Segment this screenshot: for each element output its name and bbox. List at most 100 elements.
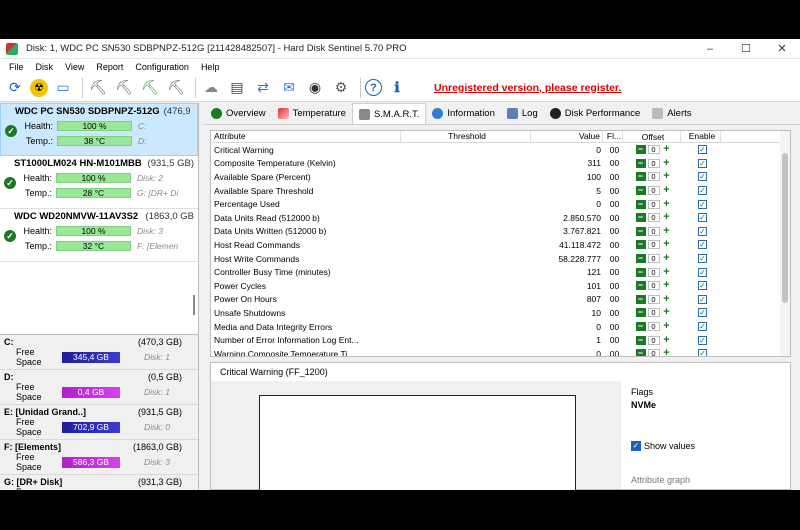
column-header-enable[interactable]: Enable: [681, 131, 721, 142]
plus-icon[interactable]: +: [662, 172, 672, 181]
plus-icon[interactable]: +: [662, 213, 672, 222]
menu-report[interactable]: Report: [90, 62, 129, 72]
document-icon[interactable]: ▤: [226, 77, 248, 99]
offset-value[interactable]: 0: [647, 226, 660, 236]
offset-value[interactable]: 0: [647, 158, 660, 168]
enable-checkbox[interactable]: ✓: [698, 281, 707, 291]
disk-test-icon[interactable]: ⛏: [87, 77, 109, 99]
minus-icon[interactable]: −: [635, 335, 646, 345]
plus-icon[interactable]: +: [662, 322, 672, 331]
minus-icon[interactable]: −: [635, 254, 646, 264]
smart-row[interactable]: Data Units Written (512000 b) 3.767.821 00…: [211, 225, 790, 239]
tab-alerts[interactable]: Alerts: [646, 105, 697, 123]
enable-checkbox[interactable]: ✓: [698, 322, 707, 332]
offset-value[interactable]: 0: [647, 186, 660, 196]
plus-icon[interactable]: +: [662, 240, 672, 249]
volume-card[interactable]: F: [Elements] (1863,0 GB) Free Space 586,3 …: [0, 440, 198, 475]
offset-value[interactable]: 0: [647, 240, 660, 250]
tab-temperature[interactable]: Temperature: [272, 105, 352, 123]
volume-card[interactable]: G: [DR+ Disk](931,3 GB)Free Space194,5 G…: [0, 475, 198, 490]
minus-icon[interactable]: −: [635, 199, 646, 209]
column-header-threshold[interactable]: Threshold: [401, 131, 531, 142]
radiation-icon[interactable]: ☢: [30, 78, 48, 97]
column-header-attribute[interactable]: Attribute: [211, 131, 401, 142]
plus-icon[interactable]: +: [662, 200, 672, 209]
show-values-checkbox[interactable]: ✓ Show values: [631, 441, 695, 451]
info-icon[interactable]: ℹ: [386, 77, 408, 99]
minus-icon[interactable]: −: [635, 213, 646, 223]
plus-icon[interactable]: +: [662, 159, 672, 168]
sync-icon[interactable]: ⇄: [252, 77, 274, 99]
disk-card[interactable]: WDC PC SN530 SDBPNPZ-512G(476,9 G✓Health…: [0, 103, 198, 156]
minus-icon[interactable]: −: [635, 240, 646, 250]
minus-icon[interactable]: −: [635, 186, 646, 196]
tab-overview[interactable]: Overview: [205, 105, 272, 123]
smart-row[interactable]: Power On Hours 807 00−0 + ✓: [211, 293, 790, 307]
smart-row[interactable]: Composite Temperature (Kelvin) 311 00−0 + ✓: [211, 157, 790, 171]
offset-value[interactable]: 0: [647, 145, 660, 155]
smart-row[interactable]: Percentage Used 0 00−0 + ✓: [211, 197, 790, 211]
cloud-icon[interactable]: ☁: [200, 77, 222, 99]
close-button[interactable]: ✕: [764, 39, 800, 59]
screen-icon[interactable]: ▭: [52, 77, 74, 99]
plus-icon[interactable]: +: [662, 227, 672, 236]
maximize-button[interactable]: ☐: [728, 39, 764, 59]
menu-configuration[interactable]: Configuration: [129, 62, 195, 72]
offset-value[interactable]: 0: [647, 199, 660, 209]
disk-test-4-icon[interactable]: ⛏: [165, 77, 187, 99]
detail-tab[interactable]: Critical Warning (FF_1200): [216, 366, 332, 380]
tab-smart[interactable]: S.M.A.R.T.: [351, 103, 427, 124]
enable-checkbox[interactable]: ✓: [698, 172, 707, 182]
disk-card[interactable]: ST1000LM024 HN-M101MBB (931,5 GB) ✓ Health:…: [0, 156, 198, 209]
smart-row[interactable]: Warning Composite Temperature Ti... 0 00−0…: [211, 347, 790, 356]
menu-disk[interactable]: Disk: [30, 62, 60, 72]
smart-row[interactable]: Available Spare (Percent) 100 00−0 + ✓: [211, 170, 790, 184]
smart-row[interactable]: Power Cycles 101 00−0 + ✓: [211, 279, 790, 293]
offset-value[interactable]: 0: [647, 213, 660, 223]
minus-icon[interactable]: −: [635, 281, 646, 291]
column-header-offset[interactable]: Offset: [623, 131, 681, 142]
plus-icon[interactable]: +: [662, 145, 672, 154]
tab-information[interactable]: Information: [426, 105, 501, 123]
smart-scrollbar[interactable]: [780, 131, 790, 356]
offset-value[interactable]: 0: [647, 172, 660, 182]
column-header-value[interactable]: Value: [531, 131, 603, 142]
smart-row[interactable]: Controller Busy Time (minutes) 121 00−0 + ✓: [211, 265, 790, 279]
enable-checkbox[interactable]: ✓: [698, 158, 707, 168]
register-link[interactable]: Unregistered version, please register.: [434, 82, 621, 94]
offset-value[interactable]: 0: [647, 335, 660, 345]
plus-icon[interactable]: +: [662, 254, 672, 263]
volume-card[interactable]: C: (470,3 GB) Free Space 345,4 GB Disk: 1: [0, 335, 198, 370]
camera-icon[interactable]: ◉: [304, 77, 326, 99]
disk-test-2-icon[interactable]: ⛏: [113, 77, 135, 99]
minus-icon[interactable]: −: [635, 349, 646, 356]
plus-icon[interactable]: +: [662, 308, 672, 317]
minus-icon[interactable]: −: [635, 145, 646, 155]
minus-icon[interactable]: −: [635, 294, 646, 304]
enable-checkbox[interactable]: ✓: [698, 240, 707, 250]
scrollbar-thumb[interactable]: [782, 153, 788, 303]
enable-checkbox[interactable]: ✓: [698, 254, 707, 264]
volume-card[interactable]: D: (0,5 GB) Free Space 0,4 GB Disk: 1: [0, 370, 198, 405]
offset-value[interactable]: 0: [647, 267, 660, 277]
minus-icon[interactable]: −: [635, 267, 646, 277]
plus-icon[interactable]: +: [662, 349, 672, 356]
enable-checkbox[interactable]: ✓: [698, 308, 707, 318]
enable-checkbox[interactable]: ✓: [698, 294, 707, 304]
offset-value[interactable]: 0: [647, 254, 660, 264]
offset-value[interactable]: 0: [647, 294, 660, 304]
offset-value[interactable]: 0: [647, 349, 660, 356]
smart-row[interactable]: Unsafe Shutdowns 10 00−0 + ✓: [211, 306, 790, 320]
menu-help[interactable]: Help: [195, 62, 226, 72]
enable-checkbox[interactable]: ✓: [698, 213, 707, 223]
enable-checkbox[interactable]: ✓: [698, 226, 707, 236]
plus-icon[interactable]: +: [662, 281, 672, 290]
offset-value[interactable]: 0: [647, 281, 660, 291]
refresh-icon[interactable]: ⟳: [4, 77, 26, 99]
minus-icon[interactable]: −: [635, 308, 646, 318]
plus-icon[interactable]: +: [662, 295, 672, 304]
smart-row[interactable]: Media and Data Integrity Errors 0 00−0 + ✓: [211, 320, 790, 334]
plus-icon[interactable]: +: [662, 268, 672, 277]
disk-card[interactable]: WDC WD20NMVW-11AV3S2 (1863,0 GB ✓ Health: 10…: [0, 209, 198, 262]
menu-view[interactable]: View: [59, 62, 90, 72]
